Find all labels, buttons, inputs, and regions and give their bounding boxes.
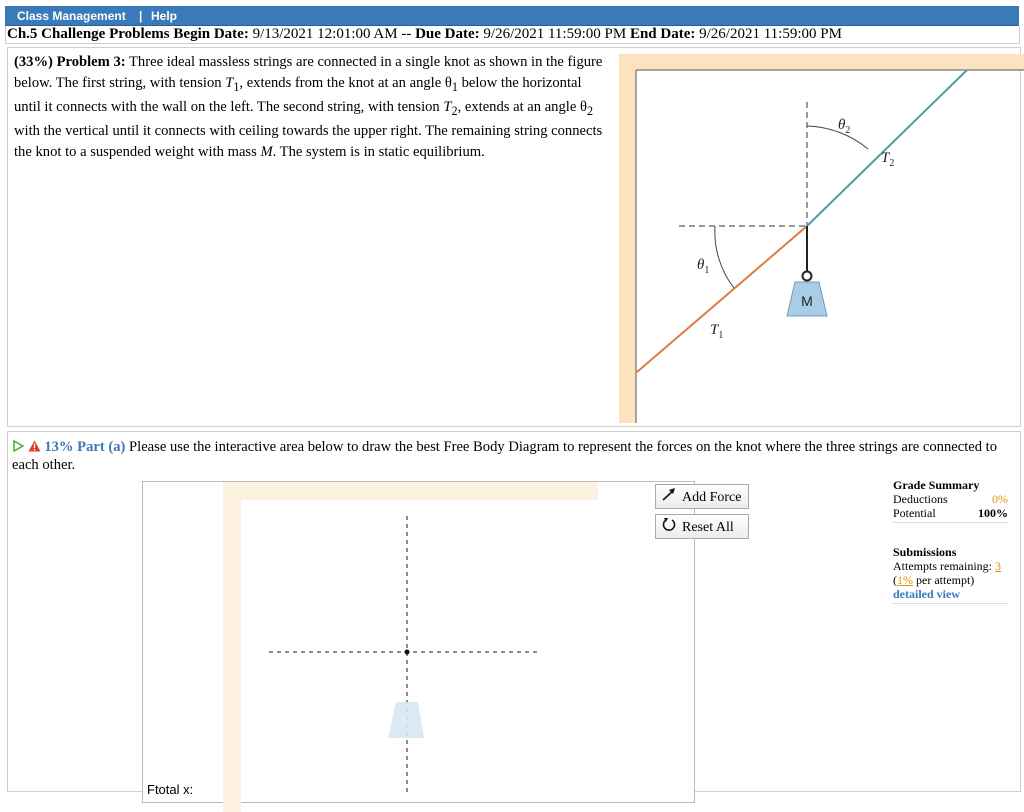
part-a-header: 13% Part (a) Please use the interactive … xyxy=(12,438,1012,474)
class-management-link[interactable]: Class Management xyxy=(17,9,126,23)
potential-row: Potential 100% xyxy=(893,506,1008,523)
arrow-icon xyxy=(660,485,678,510)
end-date-value: 9/26/2021 11:59:00 PM xyxy=(699,26,842,42)
end-date-label: End Date: xyxy=(629,26,696,42)
top-menu-bar: Class Management | Help xyxy=(5,6,1019,26)
weight-hook xyxy=(801,270,813,282)
t2-label: T2 xyxy=(881,150,894,169)
problem-box: (33%) Problem 3: Three ideal massless st… xyxy=(7,47,1024,427)
grade-summary-panel: Grade Summary Deductions 0% Potential 10… xyxy=(893,478,1008,604)
expand-arrow-icon[interactable] xyxy=(12,439,25,453)
theta2-subscript: 2 xyxy=(586,103,594,118)
problem-text-2: , extends from the knot at an angle θ xyxy=(239,74,452,91)
warning-icon xyxy=(28,440,41,452)
begin-date-label: Begin Date: xyxy=(173,26,249,42)
string-t2 xyxy=(806,69,968,227)
help-link[interactable]: Help xyxy=(151,9,177,23)
part-a-percent: 13% Part (a) xyxy=(44,439,126,455)
deductions-value: 0% xyxy=(992,492,1008,506)
per-attempt-pct: 1% xyxy=(897,573,913,587)
detailed-view-link[interactable]: detailed view xyxy=(893,587,960,601)
potential-value: 100% xyxy=(978,506,1008,520)
theta2-label: θ2 xyxy=(838,117,850,136)
assignment-title-bar: Ch.5 Challenge Problems Begin Date: 9/13… xyxy=(5,26,1020,44)
fbd-weight-label: M xyxy=(402,716,410,727)
grade-summary-title: Grade Summary xyxy=(893,478,980,492)
begin-date-value: 9/13/2021 12:01:00 AM -- xyxy=(252,26,412,42)
add-force-label: Add Force xyxy=(682,490,742,505)
fbd-knot[interactable] xyxy=(404,649,410,655)
mass-symbol: M xyxy=(260,143,273,160)
chapter-title: Ch.5 Challenge Problems xyxy=(7,26,170,42)
fbd-canvas[interactable]: M xyxy=(143,482,694,802)
attempts-remaining: Attempts remaining: 3 xyxy=(893,559,1008,573)
problem-weight: (33%) xyxy=(14,54,53,70)
attempts-value: 3 xyxy=(994,559,1001,573)
deductions-label: Deductions xyxy=(893,492,948,506)
t1-label: T1 xyxy=(710,322,723,341)
submissions-title: Submissions xyxy=(893,545,957,559)
problem-label: Problem 3: xyxy=(56,54,126,70)
part-a-box: 13% Part (a) Please use the interactive … xyxy=(7,431,1021,812)
menu-separator: | xyxy=(139,9,143,23)
problem-text-4: , extends at an angle θ xyxy=(457,98,587,115)
reset-icon xyxy=(660,515,678,540)
reset-all-label: Reset All xyxy=(682,520,734,535)
wall-ceiling xyxy=(619,54,1024,423)
per-attempt-info: (1% per attempt) xyxy=(893,573,975,587)
problem-figure: M θ1 θ2 T1 T2 xyxy=(619,54,1024,423)
fbd-interactive-area[interactable]: M Ftotal x: xyxy=(142,481,695,812)
string-t1 xyxy=(636,225,808,373)
deductions-row: Deductions 0% xyxy=(893,492,1008,506)
part-a-text: Please use the interactive area below to… xyxy=(12,439,998,473)
problem-text-6: . The system is in static equilibrium. xyxy=(272,143,485,160)
attempts-label: Attempts remaining: xyxy=(893,559,992,573)
theta1-label: θ1 xyxy=(697,257,709,276)
due-date-label: Due Date: xyxy=(415,26,480,42)
theta1-arc xyxy=(714,225,735,289)
weight-label: M xyxy=(801,293,813,309)
add-force-button[interactable]: Add Force xyxy=(655,484,749,509)
per-attempt-label: per attempt) xyxy=(916,573,975,587)
problem-statement: (33%) Problem 3: Three ideal massless st… xyxy=(14,52,604,162)
reset-all-button[interactable]: Reset All xyxy=(655,514,749,539)
t2-symbol: T xyxy=(443,98,452,115)
due-date-value: 9/26/2021 11:59:00 PM xyxy=(483,26,627,42)
potential-label: Potential xyxy=(893,506,936,520)
